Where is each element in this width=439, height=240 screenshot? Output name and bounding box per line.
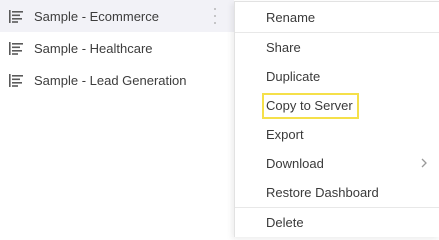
dashboard-list: Sample - Ecommerce Sample - Healthcare S… [0,0,234,96]
menu-item-duplicate[interactable]: Duplicate [235,62,439,91]
dashboard-list-icon [9,9,23,23]
menu-item-label: Delete [266,215,304,230]
menu-item-export[interactable]: Export [235,120,439,149]
menu-item-label: Rename [266,10,316,25]
dashboard-item-label: Sample - Healthcare [34,40,153,56]
context-menu: Rename Share Duplicate Copy to Server Ex… [234,1,439,237]
kebab-menu-icon[interactable] [212,8,218,24]
menu-item-label: Duplicate [266,69,321,84]
menu-item-restore-dashboard[interactable]: Restore Dashboard [235,178,439,207]
menu-item-rename[interactable]: Rename [235,3,439,32]
menu-item-label: Share [266,40,301,55]
dashboard-item-label: Sample - Ecommerce [34,8,159,24]
dashboard-item-healthcare[interactable]: Sample - Healthcare [0,32,234,64]
dashboard-item-label: Sample - Lead Generation [34,72,187,88]
menu-item-download[interactable]: Download [235,149,439,178]
chevron-right-icon [421,158,427,168]
dashboard-item-ecommerce[interactable]: Sample - Ecommerce [0,0,234,32]
menu-item-share[interactable]: Share [235,33,439,62]
highlight-box [262,93,359,119]
menu-item-label: Export [266,127,304,142]
app-stage: Sample - Ecommerce Sample - Healthcare S… [0,0,439,237]
dashboard-item-lead-generation[interactable]: Sample - Lead Generation [0,64,234,96]
menu-item-label: Download [266,156,324,171]
dashboard-list-icon [9,41,23,55]
menu-item-delete[interactable]: Delete [235,208,439,237]
dashboard-list-icon [9,73,23,87]
menu-item-label: Restore Dashboard [266,185,379,200]
